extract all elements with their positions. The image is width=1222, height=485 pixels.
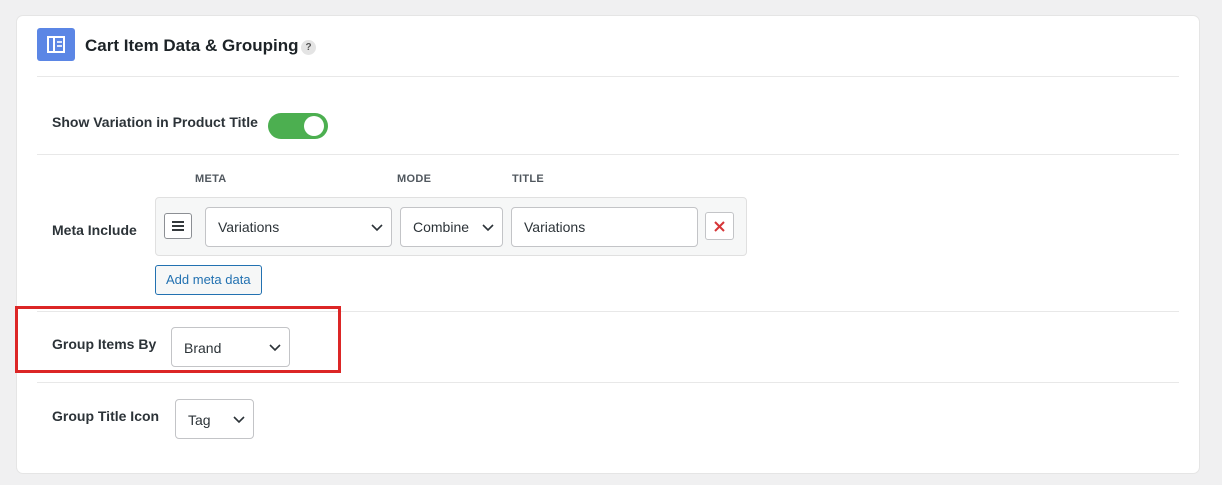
- chevron-down-icon: [269, 344, 281, 352]
- group-items-by-select[interactable]: Brand: [171, 327, 290, 367]
- drag-handle-button[interactable]: [164, 213, 192, 239]
- show-variation-row: Show Variation in Product Title: [37, 77, 1179, 155]
- meta-row: Variations Combine Variations: [155, 197, 747, 256]
- group-title-icon-select[interactable]: Tag: [175, 399, 254, 439]
- group-title-icon-label: Group Title Icon: [52, 408, 160, 424]
- remove-row-button[interactable]: [705, 212, 734, 240]
- add-meta-data-button[interactable]: Add meta data: [155, 265, 262, 295]
- section-header: Cart Item Data & Grouping ?: [37, 28, 1179, 77]
- title-input[interactable]: Variations: [511, 207, 698, 247]
- toggle-knob: [304, 116, 324, 136]
- meta-select[interactable]: Variations: [205, 207, 392, 247]
- group-items-by-value: Brand: [184, 340, 222, 356]
- settings-card: Cart Item Data & Grouping ? Show Variati…: [17, 16, 1199, 473]
- chevron-down-icon: [482, 224, 494, 232]
- show-variation-toggle[interactable]: [268, 113, 328, 139]
- close-icon: [714, 221, 725, 232]
- mode-select[interactable]: Combine: [400, 207, 503, 247]
- chevron-down-icon: [371, 224, 383, 232]
- mode-select-value: Combine: [413, 219, 470, 235]
- meta-select-value: Variations: [218, 219, 280, 235]
- group-items-by-row: Group Items By Brand: [37, 312, 1179, 383]
- title-input-value: Variations: [524, 219, 586, 235]
- section-title: Cart Item Data & Grouping: [85, 36, 299, 55]
- group-title-icon-row: Group Title Icon Tag: [37, 383, 1179, 463]
- help-icon[interactable]: ?: [301, 40, 316, 55]
- group-items-by-label: Group Items By: [52, 336, 157, 352]
- menu-icon: [172, 221, 184, 231]
- mode-column-header: MODE: [397, 173, 432, 185]
- meta-column-header: META: [195, 173, 227, 185]
- meta-include-row: META MODE TITLE Meta Include Variations …: [37, 155, 1179, 312]
- chevron-down-icon: [233, 416, 245, 424]
- group-title-icon-value: Tag: [188, 412, 211, 428]
- layout-icon: [37, 28, 75, 61]
- show-variation-label: Show Variation in Product Title: [52, 114, 258, 130]
- title-column-header: TITLE: [512, 173, 545, 185]
- meta-include-label: Meta Include: [52, 222, 137, 238]
